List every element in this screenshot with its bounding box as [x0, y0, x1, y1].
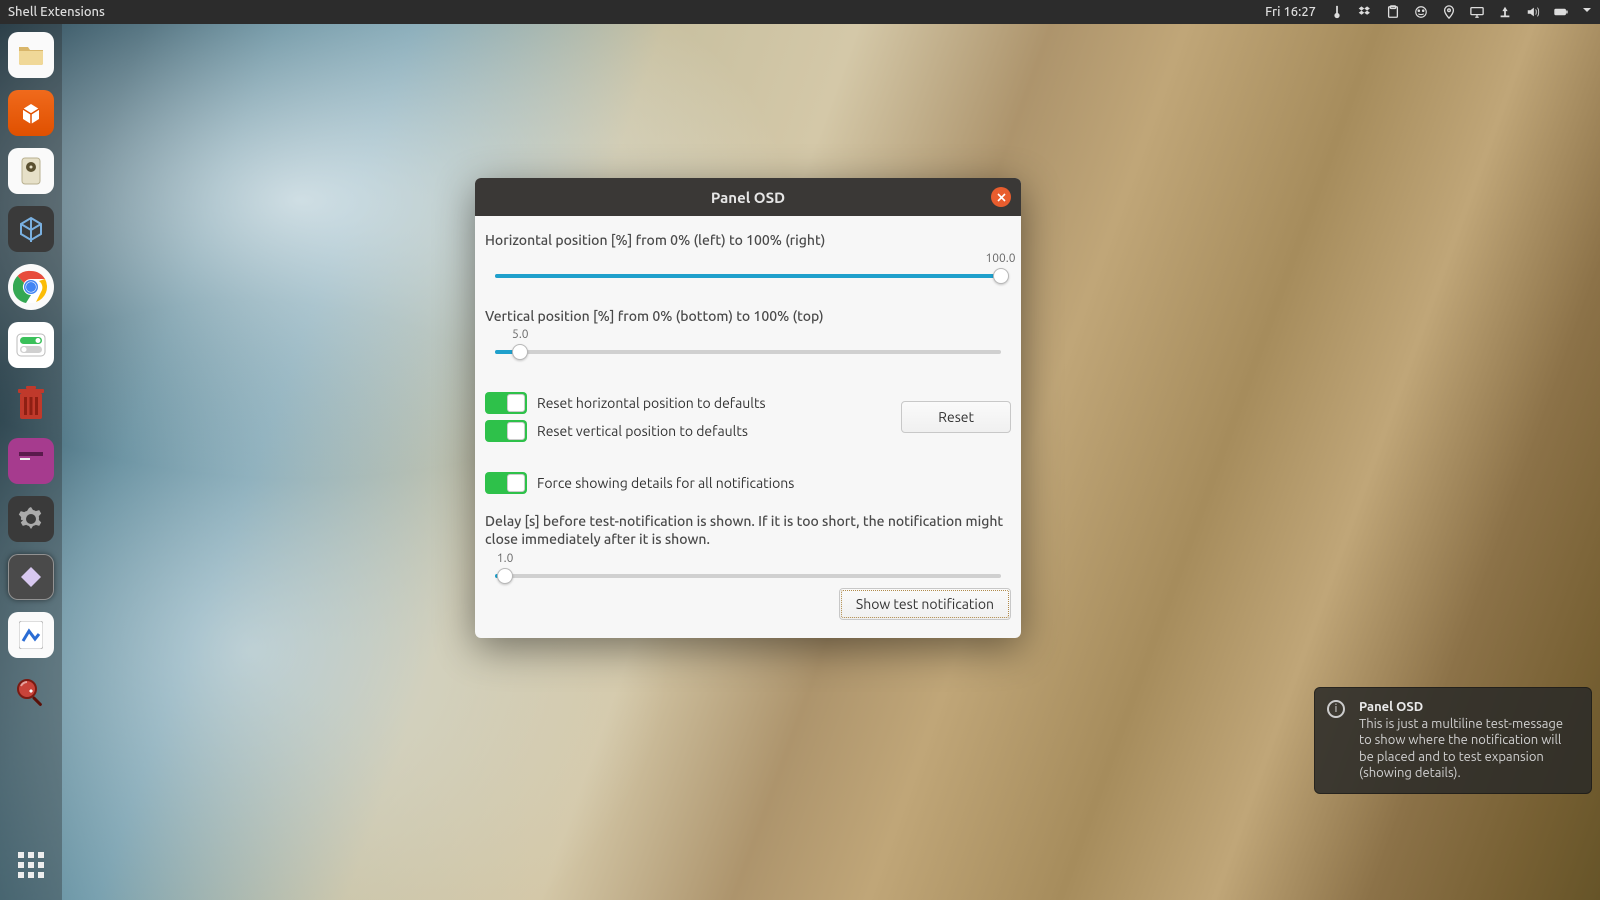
- hpos-slider[interactable]: 100.0: [485, 252, 1011, 296]
- show-applications-button[interactable]: [8, 842, 54, 888]
- chevron-down-icon[interactable]: [1582, 5, 1592, 19]
- dialog-title: Panel OSD: [711, 189, 785, 206]
- reset-button[interactable]: Reset: [901, 401, 1011, 433]
- panel-right: Fri 16:27: [1265, 5, 1592, 19]
- close-icon: [997, 193, 1006, 202]
- face-icon[interactable]: [1414, 5, 1428, 19]
- hpos-value: 100.0: [985, 252, 1015, 265]
- dropbox-icon[interactable]: [1358, 5, 1372, 19]
- location-icon[interactable]: [1442, 5, 1456, 19]
- display-icon[interactable]: [1470, 5, 1484, 19]
- info-icon: i: [1327, 700, 1345, 718]
- test-notification[interactable]: i Panel OSD This is just a multiline tes…: [1314, 687, 1592, 794]
- network-icon[interactable]: [1498, 5, 1512, 19]
- reset-h-label: Reset horizontal position to defaults: [537, 395, 766, 411]
- dock: [0, 24, 62, 900]
- dock-software[interactable]: [8, 90, 54, 136]
- dock-libreoffice[interactable]: [8, 612, 54, 658]
- battery-icon[interactable]: [1554, 5, 1568, 19]
- dock-chrome[interactable]: [8, 264, 54, 310]
- delay-value: 1.0: [497, 552, 514, 565]
- force-details-label: Force showing details for all notificati…: [537, 475, 794, 491]
- delay-label: Delay [s] before test-notification is sh…: [485, 512, 1011, 548]
- notification-title: Panel OSD: [1359, 700, 1577, 714]
- hpos-label: Horizontal position [%] from 0% (left) t…: [485, 232, 1011, 248]
- force-details-toggle[interactable]: [485, 472, 527, 494]
- top-panel: Shell Extensions Fri 16:27: [0, 0, 1600, 24]
- dock-tweaks[interactable]: [8, 322, 54, 368]
- notification-message: This is just a multiline test-message to…: [1359, 716, 1577, 781]
- panel-app-title[interactable]: Shell Extensions: [8, 5, 105, 19]
- dialog-titlebar[interactable]: Panel OSD: [475, 178, 1021, 216]
- dock-search[interactable]: [8, 670, 54, 716]
- dock-backup[interactable]: [8, 148, 54, 194]
- reset-v-toggle[interactable]: [485, 420, 527, 442]
- dock-extensions[interactable]: [8, 554, 54, 600]
- dock-virtualbox[interactable]: [8, 206, 54, 252]
- delay-slider[interactable]: 1.0: [485, 552, 1011, 588]
- dock-files[interactable]: [8, 32, 54, 78]
- panel-clock[interactable]: Fri 16:27: [1265, 5, 1316, 19]
- vpos-value: 5.0: [512, 328, 529, 341]
- volume-icon[interactable]: [1526, 5, 1540, 19]
- panel-osd-dialog: Panel OSD Horizontal position [%] from 0…: [475, 178, 1021, 638]
- thermometer-icon[interactable]: [1330, 5, 1344, 19]
- dock-settings[interactable]: [8, 496, 54, 542]
- reset-v-label: Reset vertical position to defaults: [537, 423, 748, 439]
- vpos-slider[interactable]: 5.0: [485, 328, 1011, 372]
- reset-h-toggle[interactable]: [485, 392, 527, 414]
- dock-terminal[interactable]: [8, 438, 54, 484]
- show-test-notification-button[interactable]: Show test notification: [839, 588, 1011, 620]
- close-button[interactable]: [991, 187, 1011, 207]
- vpos-label: Vertical position [%] from 0% (bottom) t…: [485, 308, 1011, 324]
- dock-trash[interactable]: [8, 380, 54, 426]
- clipboard-icon[interactable]: [1386, 5, 1400, 19]
